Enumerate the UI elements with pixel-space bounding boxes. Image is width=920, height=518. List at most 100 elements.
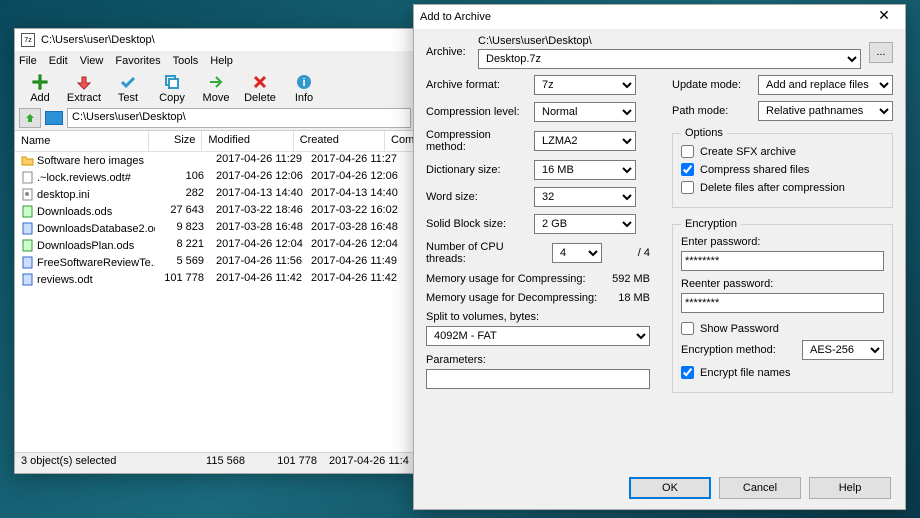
menu-help[interactable]: Help bbox=[210, 55, 233, 67]
file-icon bbox=[21, 239, 34, 252]
reenter-password-input[interactable] bbox=[681, 293, 884, 313]
params-label: Parameters: bbox=[426, 354, 650, 366]
table-row[interactable]: FreeSoftwareReviewTe...5 5692017-04-26 1… bbox=[15, 254, 415, 271]
help-button[interactable]: Help bbox=[809, 477, 891, 499]
address-input[interactable]: C:\Users\user\Desktop\ bbox=[67, 108, 411, 128]
col-modified: Modified bbox=[202, 131, 293, 151]
split-label: Split to volumes, bytes: bbox=[426, 311, 650, 323]
col-name: Name bbox=[15, 131, 149, 151]
svg-text:i: i bbox=[302, 77, 305, 89]
update-label: Update mode: bbox=[672, 79, 750, 91]
file-icon bbox=[21, 154, 34, 167]
move-button[interactable]: Move bbox=[195, 72, 237, 104]
cancel-button[interactable]: Cancel bbox=[719, 477, 801, 499]
status-size1: 115 568 bbox=[179, 455, 251, 470]
password-label: Enter password: bbox=[681, 236, 884, 248]
up-button[interactable] bbox=[19, 108, 41, 128]
dict-select[interactable]: 16 MB bbox=[534, 160, 636, 180]
memd-value: 18 MB bbox=[618, 292, 650, 304]
menu-edit[interactable]: Edit bbox=[49, 55, 68, 67]
show-password-checkbox[interactable]: Show Password bbox=[681, 322, 884, 335]
menu-view[interactable]: View bbox=[80, 55, 104, 67]
toolbar: Add Extract Test Copy Move Delete iInfo bbox=[15, 70, 415, 106]
window-title: C:\Users\user\Desktop\ bbox=[41, 34, 155, 46]
method-label: Compression method: bbox=[426, 129, 526, 153]
encryption-title: Encryption bbox=[681, 218, 741, 230]
file-icon bbox=[21, 273, 34, 286]
delete-button[interactable]: Delete bbox=[239, 72, 281, 104]
table-row[interactable]: desktop.ini2822017-04-13 14:402017-04-13… bbox=[15, 186, 415, 203]
ok-button[interactable]: OK bbox=[629, 477, 711, 499]
add-button[interactable]: Add bbox=[19, 72, 61, 104]
archive-name-select[interactable]: Desktop.7z bbox=[478, 49, 861, 69]
method-select[interactable]: LZMA2 bbox=[534, 131, 636, 151]
browse-button[interactable]: ... bbox=[869, 42, 893, 63]
table-row[interactable]: DownloadsDatabase2.odt9 8232017-03-28 16… bbox=[15, 220, 415, 237]
col-size: Size bbox=[149, 131, 202, 151]
column-headers[interactable]: Name Size Modified Created Comm bbox=[15, 131, 415, 152]
threads-label: Number of CPU threads: bbox=[426, 241, 544, 265]
table-row[interactable]: reviews.odt101 7782017-04-26 11:422017-0… bbox=[15, 271, 415, 288]
drive-icon bbox=[45, 111, 63, 125]
word-select[interactable]: 32 bbox=[534, 187, 636, 207]
test-button[interactable]: Test bbox=[107, 72, 149, 104]
extract-button[interactable]: Extract bbox=[63, 72, 105, 104]
addressbar: C:\Users\user\Desktop\ bbox=[15, 106, 415, 130]
copy-button[interactable]: Copy bbox=[151, 72, 193, 104]
sfx-checkbox[interactable]: Create SFX archive bbox=[681, 145, 884, 158]
dialog-title: Add to Archive bbox=[420, 11, 491, 23]
encmethod-label: Encryption method: bbox=[681, 344, 794, 356]
dialog-titlebar[interactable]: Add to Archive ✕ bbox=[414, 5, 905, 29]
memc-label: Memory usage for Compressing: bbox=[426, 273, 604, 285]
status-size2: 101 778 bbox=[251, 455, 323, 470]
archive-label: Archive: bbox=[426, 46, 470, 58]
split-select[interactable]: 4092M - FAT bbox=[426, 326, 650, 346]
menu-file[interactable]: File bbox=[19, 55, 37, 67]
file-icon bbox=[21, 222, 34, 235]
options-group: Options Create SFX archive Compress shar… bbox=[672, 127, 893, 208]
file-list[interactable]: Name Size Modified Created Comm Software… bbox=[15, 130, 415, 452]
file-icon bbox=[21, 205, 34, 218]
encrypt-names-checkbox[interactable]: Encrypt file names bbox=[681, 366, 884, 379]
path-label: Path mode: bbox=[672, 105, 750, 117]
word-label: Word size: bbox=[426, 191, 526, 203]
memd-label: Memory usage for Decompressing: bbox=[426, 292, 610, 304]
table-row[interactable]: Downloads.ods27 6432017-03-22 18:462017-… bbox=[15, 203, 415, 220]
level-select[interactable]: Normal bbox=[534, 102, 636, 122]
file-icon bbox=[21, 171, 34, 184]
threads-max: / 4 bbox=[610, 247, 650, 259]
status-selection: 3 object(s) selected bbox=[15, 455, 179, 470]
path-select[interactable]: Relative pathnames bbox=[758, 101, 893, 121]
format-label: Archive format: bbox=[426, 79, 526, 91]
col-comm: Comm bbox=[385, 131, 415, 151]
table-row[interactable]: DownloadsPlan.ods8 2212017-04-26 12:0420… bbox=[15, 237, 415, 254]
memc-value: 592 MB bbox=[612, 273, 650, 285]
options-title: Options bbox=[681, 127, 727, 139]
threads-select[interactable]: 4 bbox=[552, 243, 602, 263]
col-created: Created bbox=[294, 131, 385, 151]
info-button[interactable]: iInfo bbox=[283, 72, 325, 104]
add-to-archive-dialog: Add to Archive ✕ Archive: C:\Users\user\… bbox=[413, 4, 906, 510]
archive-path: C:\Users\user\Desktop\ bbox=[478, 35, 861, 47]
close-button[interactable]: ✕ bbox=[869, 7, 899, 27]
delete-after-checkbox[interactable]: Delete files after compression bbox=[681, 181, 884, 194]
file-icon bbox=[21, 256, 34, 269]
password-input[interactable] bbox=[681, 251, 884, 271]
menu-tools[interactable]: Tools bbox=[173, 55, 199, 67]
table-row[interactable]: Software hero images2017-04-26 11:292017… bbox=[15, 152, 415, 169]
format-select[interactable]: 7z bbox=[534, 75, 636, 95]
encryption-group: Encryption Enter password: Reenter passw… bbox=[672, 218, 893, 393]
params-input[interactable] bbox=[426, 369, 650, 389]
app-icon: 7z bbox=[21, 33, 35, 47]
dict-label: Dictionary size: bbox=[426, 164, 526, 176]
update-select[interactable]: Add and replace files bbox=[758, 75, 893, 95]
block-select[interactable]: 2 GB bbox=[534, 214, 636, 234]
shared-checkbox[interactable]: Compress shared files bbox=[681, 163, 884, 176]
file-manager-window: 7z C:\Users\user\Desktop\ File Edit View… bbox=[14, 28, 416, 474]
block-label: Solid Block size: bbox=[426, 218, 526, 230]
menu-favorites[interactable]: Favorites bbox=[115, 55, 160, 67]
table-row[interactable]: .~lock.reviews.odt#1062017-04-26 12:0620… bbox=[15, 169, 415, 186]
titlebar[interactable]: 7z C:\Users\user\Desktop\ bbox=[15, 29, 415, 51]
encmethod-select[interactable]: AES-256 bbox=[802, 340, 884, 360]
file-icon bbox=[21, 188, 34, 201]
